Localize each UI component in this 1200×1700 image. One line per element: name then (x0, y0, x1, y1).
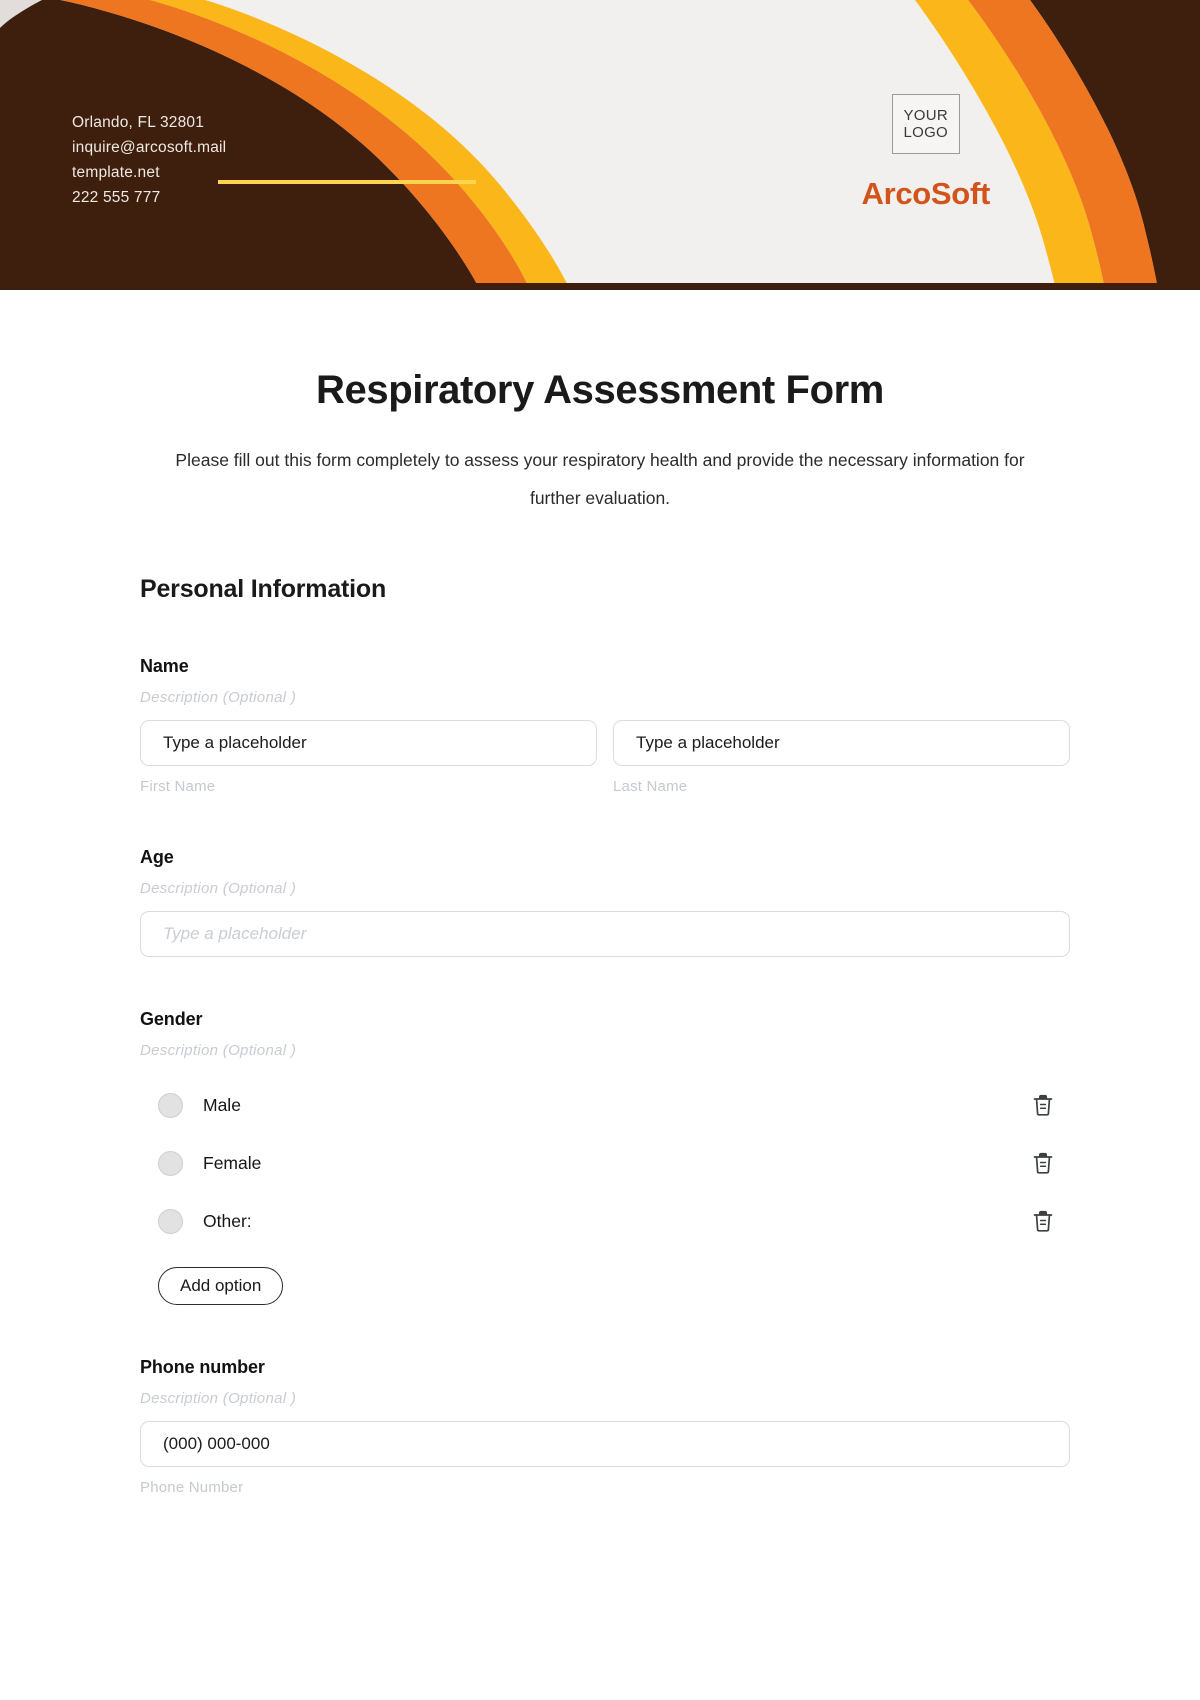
radio-icon[interactable] (158, 1208, 183, 1234)
contact-info: Orlando, FL 32801 inquire@arcosoft.mail … (72, 110, 226, 210)
radio-icon[interactable] (158, 1150, 183, 1176)
page-title: Respiratory Assessment Form (316, 368, 884, 412)
gender-option-label: Other: (203, 1210, 252, 1231)
page-subtitle: Please fill out this form completely to … (175, 450, 1025, 508)
section-title-personal-information: Personal Information (140, 575, 387, 603)
gender-option-male[interactable]: Male (140, 1085, 1070, 1125)
add-option-button[interactable]: Add option (158, 1267, 284, 1305)
phone-number-sublabel: Phone Number (140, 1479, 244, 1496)
gender-option-list: Male Female Other: (140, 1085, 1070, 1241)
trash-icon[interactable] (1030, 1149, 1056, 1177)
name-input-row: Type a placeholder Type a placeholder (140, 720, 1070, 766)
field-description-age: Description (Optional ) (140, 880, 297, 897)
field-label-phone-number: Phone number (140, 1357, 265, 1377)
trash-icon[interactable] (1030, 1207, 1056, 1235)
trash-icon[interactable] (1030, 1091, 1056, 1119)
logo-line-2: LOGO (903, 124, 949, 141)
gender-option-label: Male (203, 1094, 241, 1115)
logo-line-1: YOUR (903, 107, 949, 124)
field-name: Name Description (Optional ) Type a plac… (140, 656, 1070, 795)
field-description-phone-number: Description (Optional ) (140, 1390, 297, 1407)
name-sublabel-row: First Name Last Name (140, 778, 1070, 795)
field-age: Age Description (Optional ) Type a place… (140, 847, 1070, 957)
contact-address: Orlando, FL 32801 (72, 114, 205, 131)
logo-area: YOUR LOGO ArcoSoft (861, 94, 991, 212)
field-label-gender: Gender (140, 1009, 203, 1029)
gender-option-female[interactable]: Female (140, 1143, 1070, 1183)
form-page: Orlando, FL 32801 inquire@arcosoft.mail … (0, 0, 1200, 1700)
header-banner: Orlando, FL 32801 inquire@arcosoft.mail … (0, 0, 1200, 290)
gender-option-other[interactable]: Other: (140, 1201, 1070, 1241)
field-gender: Gender Description (Optional ) Male Fema… (140, 1009, 1070, 1305)
age-input[interactable]: Type a placeholder (140, 911, 1070, 957)
first-name-input[interactable]: Type a placeholder (140, 720, 597, 766)
field-phone-number: Phone number Description (Optional ) (00… (140, 1357, 1070, 1496)
contact-website: template.net (72, 164, 160, 181)
form-body: Respiratory Assessment Form Please fill … (0, 368, 1200, 1496)
gender-option-label: Female (203, 1152, 262, 1173)
contact-phone: 222 555 777 (72, 189, 161, 206)
phone-input-row: (000) 000-000 (140, 1421, 1070, 1467)
contact-email: inquire@arcosoft.mail (72, 139, 227, 156)
form-content: Personal Information Name Description (O… (130, 575, 1070, 1496)
field-description-gender: Description (Optional ) (140, 1042, 297, 1059)
first-name-sublabel: First Name (140, 778, 216, 795)
logo-placeholder-box: YOUR LOGO (891, 94, 960, 154)
field-description-name: Description (Optional ) (140, 689, 297, 706)
phone-number-input[interactable]: (000) 000-000 (140, 1421, 1070, 1467)
last-name-input[interactable]: Type a placeholder (613, 720, 1070, 766)
brand-name: ArcoSoft (861, 176, 991, 211)
last-name-sublabel: Last Name (613, 778, 688, 795)
phone-sublabel-row: Phone Number (140, 1479, 1070, 1496)
radio-icon[interactable] (158, 1092, 183, 1118)
age-input-row: Type a placeholder (140, 911, 1070, 957)
field-label-name: Name (140, 656, 189, 676)
field-label-age: Age (140, 847, 174, 867)
